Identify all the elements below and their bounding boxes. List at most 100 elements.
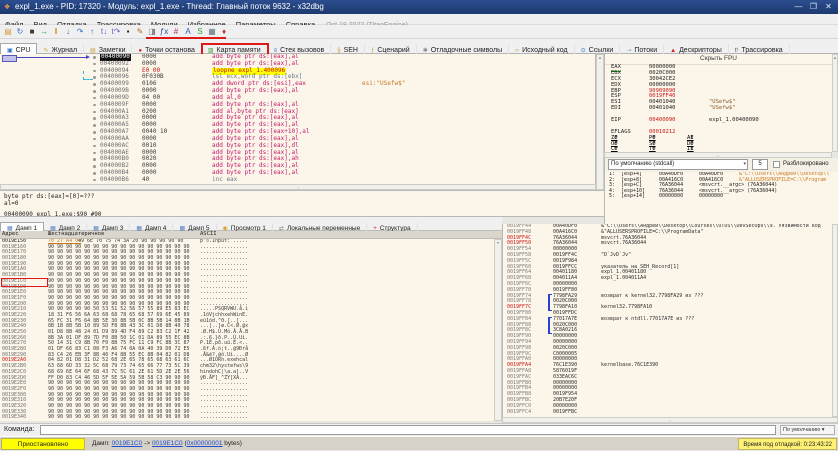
info-line-2: al=0 <box>4 200 604 207</box>
step-over-icon[interactable]: ↷ <box>74 26 86 38</box>
disasm-row[interactable]: 0040009B0000add byte ptr ds:[eax],al <box>0 88 595 95</box>
hex-dump-panel[interactable]: 0019E15070 27 A4 0049 6E 70 75 74 3A 20 … <box>0 239 494 421</box>
calling-convention-row: По умолчанию (stdcall)▾ 5 Разблокировано <box>604 158 838 172</box>
tab-label: Трассировка <box>741 47 782 54</box>
view-tab-bar: ▣CPU✎Журнал▤Заметки●Точки останова▥Карта… <box>0 39 838 54</box>
tab-label: Потоки <box>634 47 657 54</box>
menu-bar: ФайлВидОтладкаТрассировкаМодулиИзбранное… <box>0 14 838 25</box>
breakpoint-dot[interactable] <box>93 117 96 120</box>
tab-label: Дескрипторы <box>679 47 722 54</box>
breakpoint-dot[interactable] <box>93 104 96 107</box>
app-icon: ❖ <box>4 1 12 15</box>
arg-location: [esp+14] <box>621 194 645 200</box>
tab-label: Точки останова <box>145 47 195 54</box>
eip-arrow-line <box>16 57 87 58</box>
disassembly-panel[interactable]: 004000900000add byte ptr ds:[eax],al0040… <box>0 54 596 184</box>
tab-label: Отладочные символы <box>431 47 502 54</box>
stack-value: 0019FFBC <box>553 410 577 416</box>
argument-count-spinner[interactable]: 5 <box>752 159 768 170</box>
close-button[interactable]: ✕ <box>821 0 836 14</box>
status-dump-size-link[interactable]: 0x00000001 <box>187 440 223 447</box>
dump-row[interactable]: 0019E340 90 90 90 90 90 90 90 90 90 90 90… <box>0 415 494 421</box>
breakpoint-dot[interactable] <box>93 70 96 73</box>
command-label: Команда: <box>4 426 34 433</box>
breakpoint-dot[interactable] <box>93 145 96 148</box>
stack-address: 0019FFC4 <box>507 410 531 416</box>
breakpoint-dot[interactable] <box>93 76 96 79</box>
disasm-row[interactable]: 004000B40000add byte ptr ds:[eax],al <box>0 170 595 177</box>
dump-header-ascii: ASCII <box>200 231 217 238</box>
status-dump-from-link[interactable]: 0019E1C0 <box>112 440 143 447</box>
command-input[interactable] <box>40 425 776 435</box>
edit-icon[interactable]: ✎ <box>134 26 146 38</box>
tab-label: CPU <box>16 47 31 54</box>
breakpoint-dot[interactable] <box>93 97 96 100</box>
breakpoint-dot[interactable] <box>93 63 96 66</box>
window-title: expl_1.exe - PID: 17320 - Модуль: expl_1… <box>15 2 324 11</box>
calling-convention-select[interactable]: По умолчанию (stdcall)▾ <box>608 159 748 170</box>
tab-label: Карта памяти <box>217 47 261 54</box>
dump-vertical-scrollbar[interactable]: ▾ <box>494 239 502 421</box>
hide-fpu-button[interactable]: Скрыть FPU <box>605 54 832 65</box>
disasm-row[interactable]: 004000B640inc eax <box>0 177 595 184</box>
breakpoint-dot[interactable] <box>93 158 96 161</box>
dump-ascii: ................ <box>200 415 248 421</box>
trace-over-icon[interactable]: t↷ <box>110 26 122 38</box>
toolbar: ▤↻■→‖↓↷↑t↓t↷▪✎◨ƒx#AS▦♦ <box>0 25 838 39</box>
trace-into-icon[interactable]: t↓ <box>98 26 110 38</box>
pause-icon[interactable]: ‖ <box>50 26 62 38</box>
arg-deref: 00000000 <box>699 194 723 200</box>
registers-vertical-scrollbar[interactable]: ▲ <box>832 54 838 152</box>
tab-label: Журнал <box>51 47 77 54</box>
tab-label: Заметки <box>99 47 126 54</box>
breakpoint-dot[interactable] <box>93 179 96 182</box>
tab-label: Исходный код <box>522 47 568 54</box>
status-bar: Приостановлено Дамп: 0019E1C0 -> 0019E1C… <box>0 436 838 450</box>
stack-vertical-scrollbar[interactable] <box>832 224 838 417</box>
breakpoint-dot[interactable] <box>93 111 96 114</box>
disasm-address: 004000B6 <box>100 177 129 184</box>
dump-address: 0019E340 <box>2 415 26 421</box>
breakpoint-dot[interactable] <box>93 152 96 155</box>
command-default-select[interactable]: По умолчанию ▾ <box>780 425 835 435</box>
tab-label: Стек вызовов <box>280 47 324 54</box>
dump-bytes: 90 90 90 90 90 90 90 90 90 90 90 90 90 9… <box>48 415 189 421</box>
maximize-button[interactable]: ❐ <box>806 0 821 14</box>
eip-arrow-head <box>86 55 90 59</box>
stack-row[interactable]: 0019FFC4 0019FFBC <box>503 410 832 416</box>
dump-tab-bar: ▦Дамп 1▦Дамп 2▦Дамп 3▦Дамп 4▦Дамп 5◉Прос… <box>0 217 502 231</box>
breakpoint-dot[interactable] <box>93 56 96 59</box>
disasm-vertical-scrollbar[interactable]: ▲ <box>596 54 604 190</box>
breakpoint-dot[interactable] <box>93 83 96 86</box>
red-box-annotation <box>1 278 48 287</box>
unlocked-label: Разблокировано <box>783 158 829 170</box>
breakpoint-icon[interactable]: ▪ <box>122 26 134 38</box>
command-bar: Команда: По умолчанию ▾ <box>0 423 838 436</box>
unlocked-checkbox[interactable] <box>773 161 780 168</box>
breakpoint-dot[interactable] <box>93 90 96 93</box>
dump-header: Адрес Шестнадцатеричное ASCII <box>0 231 502 239</box>
registers-panel[interactable]: Скрыть FPU EAX00000000EBX0020C000ECX3004… <box>604 54 832 152</box>
restart-icon[interactable]: ↻ <box>14 26 26 38</box>
breakpoint-dot[interactable] <box>93 138 96 141</box>
step-out-icon[interactable]: ↑ <box>86 26 98 38</box>
arg-index: 5: <box>609 194 615 200</box>
arguments-panel[interactable]: 1:[esp+4]00A40DF000A40DF0&"C:\\Users\\Ан… <box>604 172 838 224</box>
chevron-down-icon: ▾ <box>743 160 746 169</box>
breakpoint-dot[interactable] <box>93 124 96 127</box>
breakpoint-dot[interactable] <box>93 172 96 175</box>
stop-icon[interactable]: ■ <box>26 26 38 38</box>
argument-row[interactable]: 5:[esp+14]0000000000000000 <box>605 194 838 200</box>
breakpoint-dot[interactable] <box>93 131 96 134</box>
step-into-icon[interactable]: ↓ <box>62 26 74 38</box>
status-debug-time: Время под отладкой: 0:23:43:22 <box>738 438 837 450</box>
minimize-button[interactable]: — <box>791 0 806 14</box>
run-icon[interactable]: → <box>38 26 50 38</box>
status-paused-badge: Приостановлено <box>1 438 85 450</box>
disasm-row[interactable]: 004000920000add byte ptr ds:[eax],al <box>0 61 595 68</box>
breakpoint-dot[interactable] <box>93 165 96 168</box>
tab-label: Сценарий <box>377 47 409 54</box>
stack-panel[interactable]: 0019FF4400A40DF0&"C:\\Users\\Андрей\\Des… <box>502 224 832 417</box>
open-file-icon[interactable]: ▤ <box>2 26 14 38</box>
status-dump-to-link[interactable]: 0019E1C0 <box>152 440 183 447</box>
